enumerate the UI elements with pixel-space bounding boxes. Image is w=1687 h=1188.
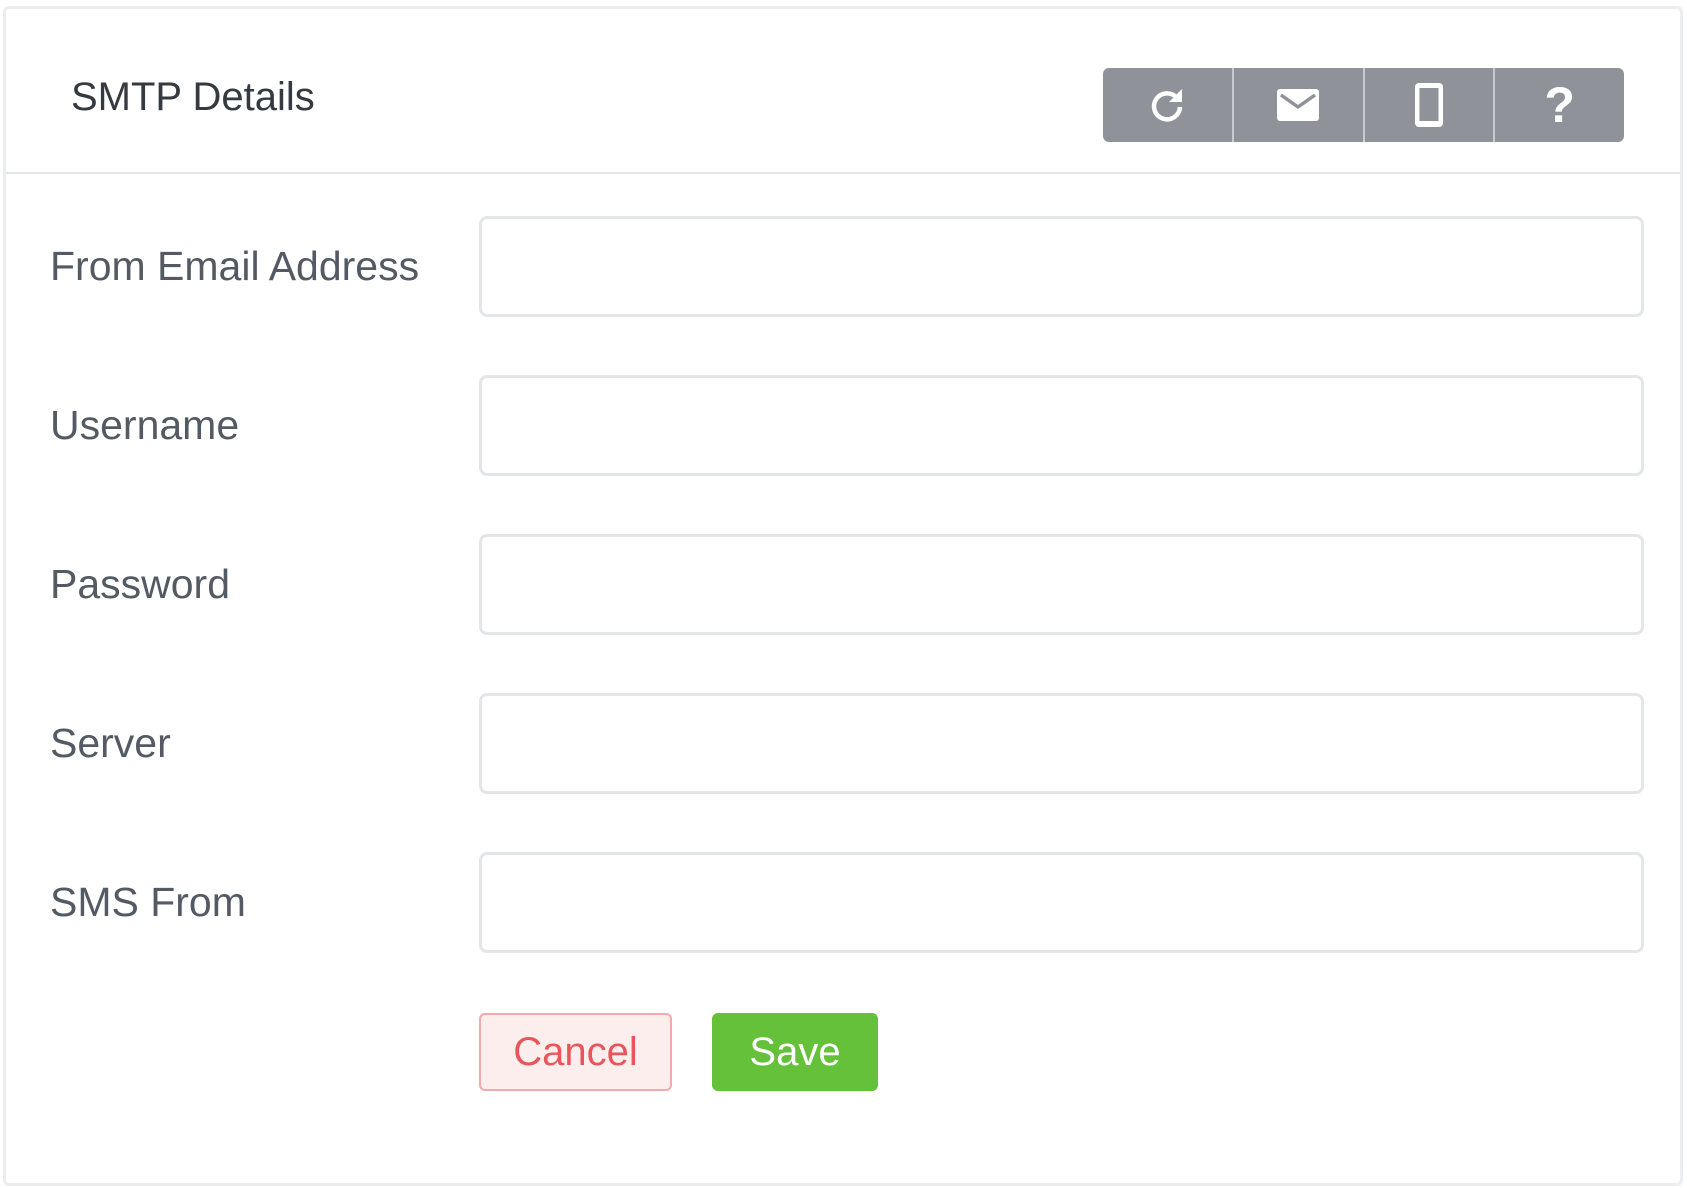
server-label: Server bbox=[50, 720, 171, 766]
username-label: Username bbox=[50, 402, 240, 448]
refresh-button[interactable] bbox=[1103, 68, 1232, 142]
form-row-from-email: From Email Address bbox=[6, 216, 1680, 317]
form-row-username: Username bbox=[6, 375, 1680, 476]
from-email-input[interactable] bbox=[479, 216, 1644, 317]
password-input[interactable] bbox=[479, 534, 1644, 635]
mobile-icon bbox=[1414, 83, 1443, 127]
form-row-password: Password bbox=[6, 534, 1680, 635]
form-row-sms-from: SMS From bbox=[6, 852, 1680, 953]
sms-from-input[interactable] bbox=[479, 852, 1644, 953]
panel-header: SMTP Details ? bbox=[6, 9, 1680, 174]
help-button[interactable]: ? bbox=[1493, 68, 1624, 142]
panel-title: SMTP Details bbox=[71, 75, 315, 119]
envelope-icon bbox=[1277, 89, 1320, 121]
sms-from-label: SMS From bbox=[50, 879, 246, 925]
refresh-icon bbox=[1148, 86, 1186, 124]
from-email-label: From Email Address bbox=[50, 243, 420, 289]
password-label: Password bbox=[50, 561, 231, 607]
save-button[interactable]: Save bbox=[712, 1013, 878, 1091]
panel-toolbar: ? bbox=[1103, 68, 1624, 142]
username-input[interactable] bbox=[479, 375, 1644, 476]
form-row-server: Server bbox=[6, 693, 1680, 794]
question-icon: ? bbox=[1544, 77, 1575, 133]
smtp-details-panel: SMTP Details ? From Email Address Userna… bbox=[3, 6, 1683, 1186]
email-button[interactable] bbox=[1231, 68, 1363, 142]
cancel-button[interactable]: Cancel bbox=[479, 1013, 672, 1091]
mobile-button[interactable] bbox=[1362, 68, 1494, 142]
server-input[interactable] bbox=[479, 693, 1644, 794]
